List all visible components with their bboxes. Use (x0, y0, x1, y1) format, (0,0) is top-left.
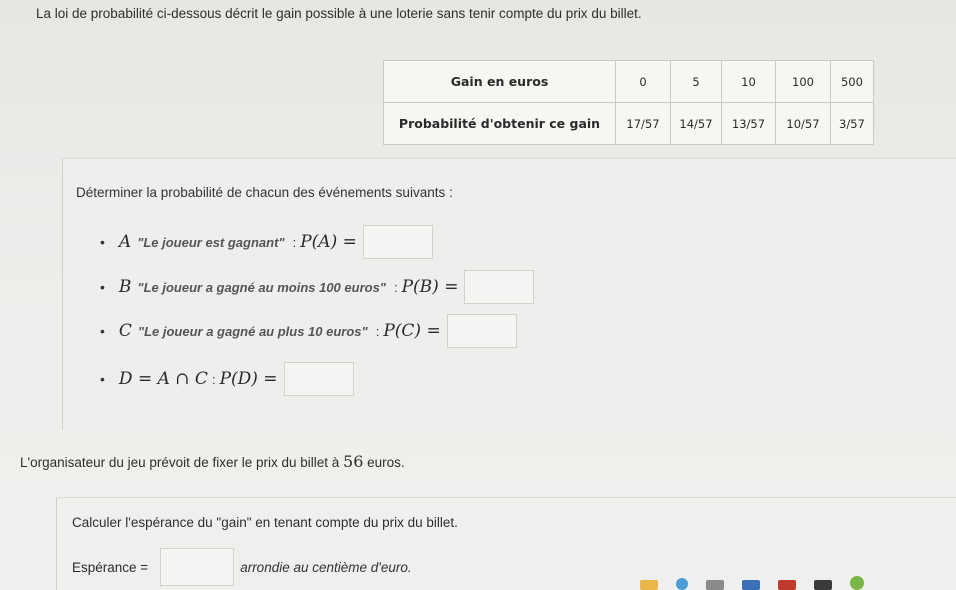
row-header-probas: Probabilité d'obtenir ce gain (383, 102, 616, 145)
question-text: Déterminer la probabilité de chacun des … (76, 185, 453, 200)
table-cell: 500 (830, 60, 874, 103)
event-d-item: • D = A ∩ C : P(D) = (100, 362, 354, 396)
prob-label: P(A) = (300, 232, 357, 252)
answer-input-c[interactable] (446, 314, 517, 348)
browser-icon[interactable] (676, 578, 688, 590)
table-cell: 14/57 (670, 102, 722, 145)
bullet: • (100, 234, 105, 250)
chrome-icon[interactable] (850, 576, 864, 590)
separator: : (393, 279, 398, 295)
expectation-row: Espérance = arrondie au centième d'euro. (72, 548, 412, 586)
app-icon[interactable] (706, 580, 724, 590)
event-c-item: • C "Le joueur a gagné au plus 10 euros"… (100, 314, 517, 348)
separator: : (292, 234, 297, 250)
event-letter: D = A ∩ C (118, 369, 208, 389)
prob-label: P(D) = (219, 369, 278, 389)
rounding-note: arrondie au centième d'euro. (240, 559, 412, 575)
table-cell: 0 (615, 60, 671, 103)
answer-input-b[interactable] (464, 270, 535, 304)
table-cell: 5 (670, 60, 722, 103)
organizer-after: euros. (367, 455, 405, 470)
answer-input-d[interactable] (283, 362, 354, 396)
bullet: • (100, 323, 105, 339)
expectation-input[interactable] (160, 548, 235, 586)
event-letter: C (118, 321, 132, 341)
table-cell: 10 (721, 60, 776, 103)
event-description: "Le joueur a gagné au moins 100 euros" (137, 279, 386, 295)
table-cell: 100 (775, 60, 831, 103)
organizer-before: L'organisateur du jeu prévoit de fixer l… (20, 455, 340, 470)
table-cell: 13/57 (721, 102, 776, 145)
app-icon[interactable] (814, 580, 832, 590)
word-icon[interactable] (742, 580, 760, 590)
expectation-label: Espérance = (72, 559, 149, 575)
powerpoint-icon[interactable] (778, 580, 796, 590)
table-cell: 17/57 (615, 102, 671, 145)
prob-label: P(B) = (401, 277, 459, 297)
table-cell: 10/57 (775, 102, 831, 145)
event-b-item: • B "Le joueur a gagné au moins 100 euro… (100, 270, 535, 304)
bullet: • (100, 279, 105, 295)
organizer-text: L'organisateur du jeu prévoit de fixer l… (20, 452, 405, 471)
probability-table: Gain en euros 0 5 10 100 500 Probabilité… (383, 60, 874, 145)
event-letter: B (118, 277, 132, 297)
table-cell: 3/57 (830, 102, 874, 145)
bullet: • (100, 371, 105, 387)
event-description: "Le joueur est gagnant" (137, 234, 285, 250)
table-row-gains: Gain en euros 0 5 10 100 500 (383, 60, 874, 103)
prob-label: P(C) = (383, 321, 441, 341)
event-a-item: • A "Le joueur est gagnant" : P(A) = (100, 225, 433, 259)
event-letter: A (118, 232, 132, 252)
table-row-probas: Probabilité d'obtenir ce gain 17/57 14/5… (383, 102, 874, 145)
separator: : (211, 371, 216, 387)
intro-text: La loi de probabilité ci-dessous décrit … (36, 6, 642, 21)
calc-instruction: Calculer l'espérance du "gain" en tenant… (72, 515, 458, 530)
answer-input-a[interactable] (362, 225, 433, 259)
folder-icon[interactable] (640, 580, 658, 590)
ticket-price: 56 (343, 452, 364, 471)
separator: : (375, 323, 380, 339)
event-description: "Le joueur a gagné au plus 10 euros" (137, 323, 368, 339)
row-header-gains: Gain en euros (383, 60, 616, 103)
taskbar (600, 572, 956, 590)
